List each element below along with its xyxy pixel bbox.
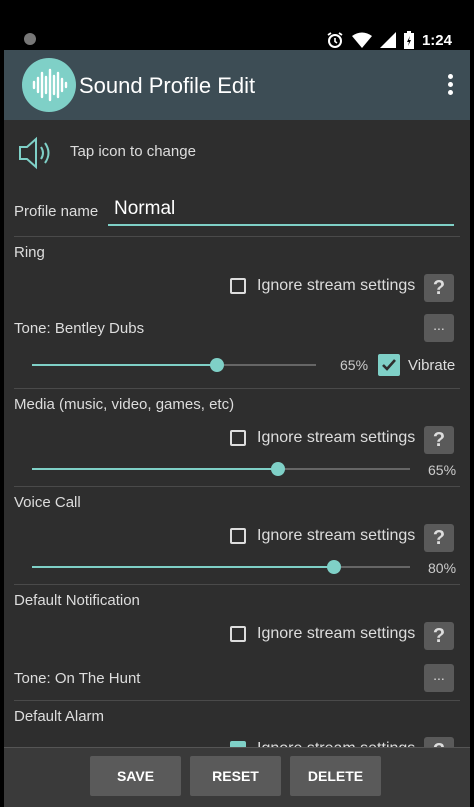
wifi-icon <box>351 32 372 48</box>
status-bar: 1:24 <box>4 0 470 50</box>
divider <box>14 236 460 237</box>
ring-help-button[interactable]: ? <box>424 274 454 302</box>
vibrate-checkbox[interactable]: Vibrate <box>378 354 455 376</box>
signal-icon <box>379 32 396 48</box>
media-section-title: Media (music, video, games, etc) <box>14 396 235 413</box>
profile-name-label: Profile name <box>14 203 99 220</box>
media-volume-percent: 65% <box>428 462 457 478</box>
divider <box>14 388 460 389</box>
divider <box>14 584 460 585</box>
notification-dot-icon <box>24 33 36 45</box>
slider-fill <box>32 364 217 366</box>
divider <box>14 486 460 487</box>
checkbox-checked[interactable] <box>378 354 400 376</box>
screen: 1:24 Sound Profile Edit Tap icon to chan… <box>4 0 470 807</box>
checkbox-box[interactable] <box>230 278 246 294</box>
media-ignore-stream-checkbox[interactable]: Ignore stream settings <box>230 429 415 447</box>
alarm-help-button[interactable]: ? <box>424 737 454 747</box>
ignore-stream-label: Ignore stream settings <box>257 429 416 446</box>
speaker-icon[interactable] <box>16 136 56 170</box>
alarm-section-title: Default Alarm <box>14 708 105 725</box>
ignore-stream-label: Ignore stream settings <box>257 625 416 642</box>
ring-section-title: Ring <box>14 244 45 261</box>
ignore-stream-label: Ignore stream settings <box>257 740 415 747</box>
checkbox-box[interactable] <box>230 430 246 446</box>
slider-thumb[interactable] <box>271 462 285 476</box>
save-button[interactable]: SAVE <box>90 756 181 796</box>
delete-button[interactable]: DELETE <box>290 756 381 796</box>
tap-icon-hint: Tap icon to change <box>70 143 196 160</box>
app-title: Sound Profile Edit <box>79 73 256 98</box>
notification-tone-label[interactable]: Tone: On The Hunt <box>14 670 140 687</box>
notification-tone-picker-button[interactable]: ... <box>424 664 454 692</box>
reset-button[interactable]: RESET <box>190 756 281 796</box>
checkbox-box[interactable] <box>230 626 246 642</box>
slider-thumb[interactable] <box>327 560 341 574</box>
slider-fill <box>32 566 334 568</box>
divider <box>14 700 460 701</box>
ring-tone-picker-button[interactable]: ... <box>424 314 454 342</box>
bottom-action-bar: SAVE RESET DELETE <box>4 747 470 807</box>
ignore-stream-label: Ignore stream settings <box>257 277 416 294</box>
voice-volume-percent: 80% <box>428 560 457 576</box>
vibrate-label: Vibrate <box>408 356 456 374</box>
battery-icon <box>403 31 414 49</box>
checkbox-box[interactable] <box>230 528 246 544</box>
slider-thumb[interactable] <box>210 358 224 372</box>
notification-ignore-stream-checkbox[interactable]: Ignore stream settings <box>230 625 415 643</box>
voice-ignore-stream-checkbox[interactable]: Ignore stream settings <box>230 527 415 545</box>
app-bar: Sound Profile Edit <box>4 50 470 120</box>
slider-fill <box>32 468 278 470</box>
alarm-ignore-stream-checkbox[interactable]: Ignore stream settings <box>230 740 415 747</box>
ring-volume-percent: 65% <box>340 357 369 373</box>
ring-tone-label[interactable]: Tone: Bentley Dubs <box>14 320 144 337</box>
overflow-menu-icon[interactable] <box>448 74 454 98</box>
media-volume-slider[interactable] <box>32 462 410 476</box>
profile-name-input[interactable] <box>108 194 454 226</box>
alarm-icon <box>327 32 343 48</box>
status-time: 1:24 <box>421 31 452 49</box>
voice-volume-slider[interactable] <box>32 560 410 574</box>
media-help-button[interactable]: ? <box>424 426 454 454</box>
voice-help-button[interactable]: ? <box>424 524 454 552</box>
ring-ignore-stream-checkbox[interactable]: Ignore stream settings <box>230 277 415 295</box>
voice-section-title: Voice Call <box>14 494 81 511</box>
status-icons: 1:24 <box>326 31 452 49</box>
profile-form: Tap icon to change Profile name Ring Ign… <box>4 120 470 747</box>
sound-wave-logo-icon <box>22 58 76 112</box>
notification-section-title: Default Notification <box>14 592 140 609</box>
ring-volume-slider[interactable] <box>32 358 316 372</box>
ignore-stream-label: Ignore stream settings <box>257 527 416 544</box>
notification-help-button[interactable]: ? <box>424 622 454 650</box>
